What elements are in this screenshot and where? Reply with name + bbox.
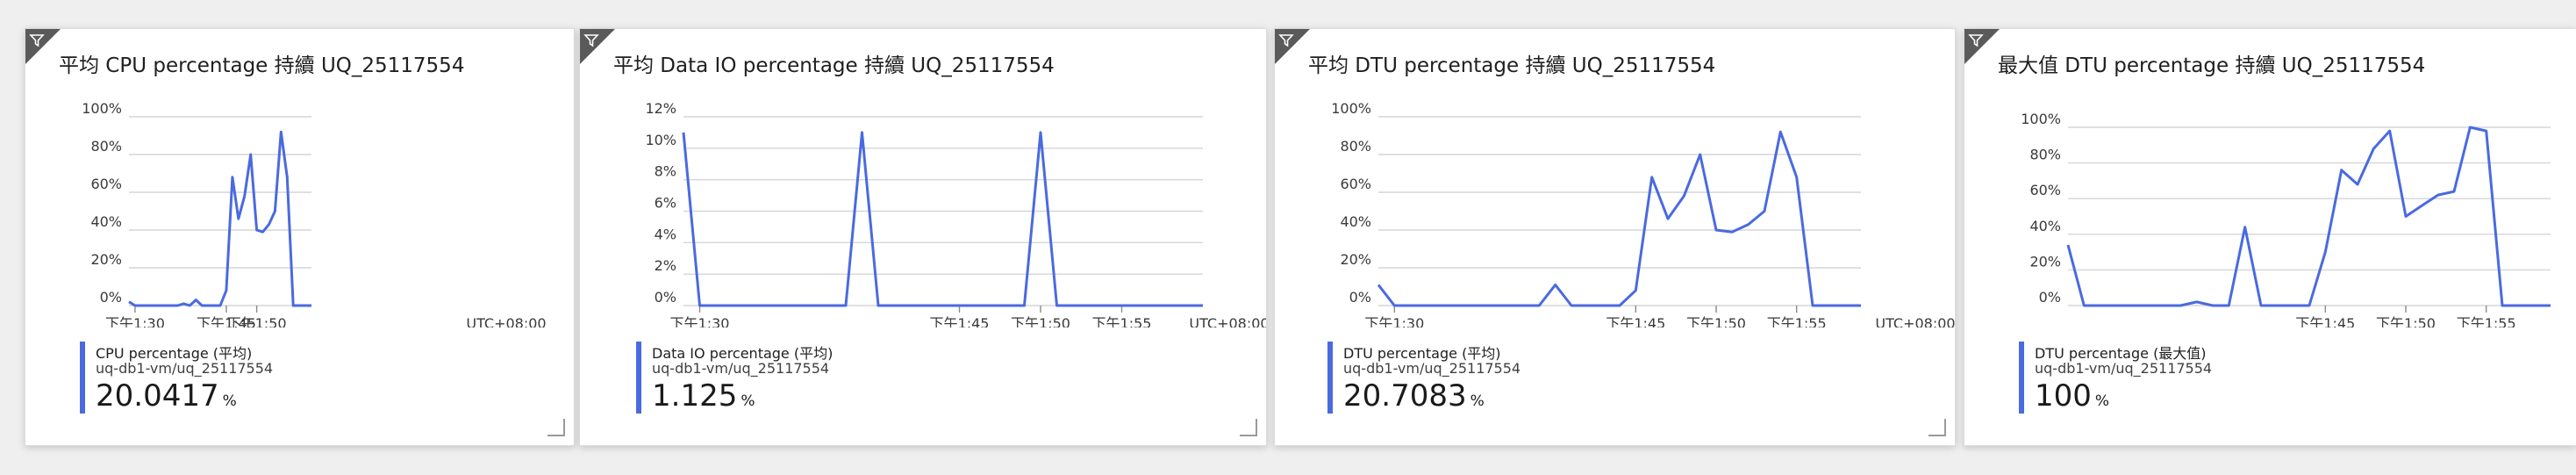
metric-tile-cpu[interactable]: 平均 CPU percentage 持續 UQ_25117554 100% 80%… bbox=[25, 28, 575, 446]
y-tick-label: 60% bbox=[1340, 176, 1371, 192]
series-line bbox=[2066, 126, 2551, 307]
x-tick-label: 下午1:55 bbox=[2457, 315, 2516, 327]
resize-handle[interactable] bbox=[1928, 419, 1946, 436]
x-tick-label: 下午1:30 bbox=[1364, 315, 1424, 327]
x-tick-label: 下午1:30 bbox=[105, 315, 165, 327]
legend-resource-name: uq-db1-vm/uq_25117554 bbox=[1343, 360, 1521, 377]
line-chart: 100% 80% 60% 40% 20% 0% 下午1:45 下午1:50 下午1:55 bbox=[2021, 111, 2551, 327]
legend-unit: % bbox=[1470, 392, 1485, 410]
legend-unit: % bbox=[222, 392, 237, 410]
y-tick-label: 6% bbox=[655, 195, 676, 212]
x-tick-label: 下午1:45 bbox=[1606, 315, 1665, 327]
legend-unit: % bbox=[741, 392, 755, 410]
legend-value: 100 bbox=[2035, 378, 2092, 414]
y-tick-label: 40% bbox=[90, 213, 122, 230]
y-tick-label: 40% bbox=[1340, 213, 1371, 230]
y-tick-label: 0% bbox=[655, 289, 676, 306]
legend-value: 1.125 bbox=[652, 378, 738, 414]
line-chart: 100%80%60%40%20%0%下午1:30 下午1:45下午1:50 UTC+… bbox=[82, 100, 546, 327]
y-tick-label: 0% bbox=[100, 289, 122, 306]
timezone-label: UTC+08:00 bbox=[1875, 315, 1955, 327]
legend-value-group: 20.7083% bbox=[1343, 378, 1485, 414]
y-tick-label: 40% bbox=[2029, 218, 2061, 234]
metric-tile-dtu-average[interactable]: 平均 DTU percentage 持續 UQ_25117554 100% 80%… bbox=[1274, 28, 1956, 446]
timezone-label: UTC+08:00 bbox=[1189, 315, 1266, 327]
x-tick-label: 下午1:50 bbox=[1686, 315, 1746, 327]
y-tick-label: 20% bbox=[90, 251, 122, 268]
y-tick-label: 2% bbox=[655, 257, 676, 274]
y-tick-label: 8% bbox=[655, 163, 676, 180]
legend-value: 20.7083 bbox=[1343, 378, 1467, 414]
x-tick-label: 下午1:30 bbox=[670, 315, 730, 327]
x-tick-label: 下午1:50 bbox=[227, 315, 287, 327]
x-tick-label: 下午1:55 bbox=[1092, 315, 1152, 327]
legend-color-bar bbox=[80, 342, 85, 414]
y-tick-label: 4% bbox=[655, 226, 676, 242]
y-tick-label: 100% bbox=[1331, 100, 1371, 117]
line-chart: 12% 10% 8% 6% 4% 2% 0% 下午1:30 下午1:45 下午1:50 下午1:55… bbox=[645, 100, 1266, 327]
series-line bbox=[128, 130, 311, 307]
series-line bbox=[1377, 130, 1861, 307]
x-tick-label: 下午1:45 bbox=[930, 315, 990, 327]
y-tick-label: 20% bbox=[1340, 251, 1371, 268]
legend-color-bar bbox=[636, 342, 641, 414]
y-tick-label: 80% bbox=[90, 138, 122, 155]
y-tick-label: 12% bbox=[645, 100, 676, 117]
legend-resource-name: uq-db1-vm/uq_25117554 bbox=[96, 360, 274, 377]
timezone-label: UTC+08:00 bbox=[466, 315, 546, 327]
x-tick-label: 下午1:55 bbox=[1767, 315, 1827, 327]
x-tick-label: 下午1:50 bbox=[1011, 315, 1070, 327]
line-chart: 100% 80% 60% 40% 20% 0% 下午1:30 下午1:45 下午1:50 下午1:… bbox=[1331, 100, 1955, 327]
legend-value-group: 20.0417% bbox=[96, 378, 237, 414]
metric-tile-dtu-max[interactable]: 最大值 DTU percentage 持續 UQ_25117554 100% 80… bbox=[1964, 28, 2576, 446]
x-tick-label: 下午1:45 bbox=[2295, 315, 2355, 327]
legend-unit: % bbox=[2094, 392, 2110, 410]
y-tick-label: 0% bbox=[1349, 289, 1371, 306]
y-tick-label: 10% bbox=[645, 132, 676, 148]
legend-color-bar bbox=[1327, 342, 1333, 414]
y-tick-label: 60% bbox=[2029, 182, 2061, 198]
y-tick-label: 100% bbox=[82, 100, 122, 117]
series-line bbox=[682, 131, 1203, 307]
y-tick-label: 20% bbox=[2029, 253, 2061, 270]
legend-value-group: 1.125% bbox=[652, 378, 755, 414]
y-tick-label: 60% bbox=[90, 176, 122, 192]
resize-handle[interactable] bbox=[547, 419, 565, 436]
y-tick-label: 0% bbox=[2039, 289, 2061, 306]
legend-value: 20.0417 bbox=[96, 378, 219, 414]
legend-resource-name: uq-db1-vm/uq_25117554 bbox=[652, 360, 830, 377]
x-tick-label: 下午1:50 bbox=[2376, 315, 2436, 327]
resize-handle[interactable] bbox=[1240, 419, 1257, 436]
y-tick-label: 80% bbox=[1340, 138, 1371, 155]
legend-color-bar bbox=[2019, 342, 2024, 414]
y-tick-label: 100% bbox=[2021, 111, 2061, 127]
legend-resource-name: uq-db1-vm/uq_25117554 bbox=[2035, 360, 2213, 377]
metric-tile-data-io[interactable]: 平均 Data IO percentage 持續 UQ_25117554 12%… bbox=[579, 28, 1267, 446]
legend-value-group: 100% bbox=[2035, 378, 2109, 414]
y-tick-label: 80% bbox=[2029, 147, 2061, 163]
